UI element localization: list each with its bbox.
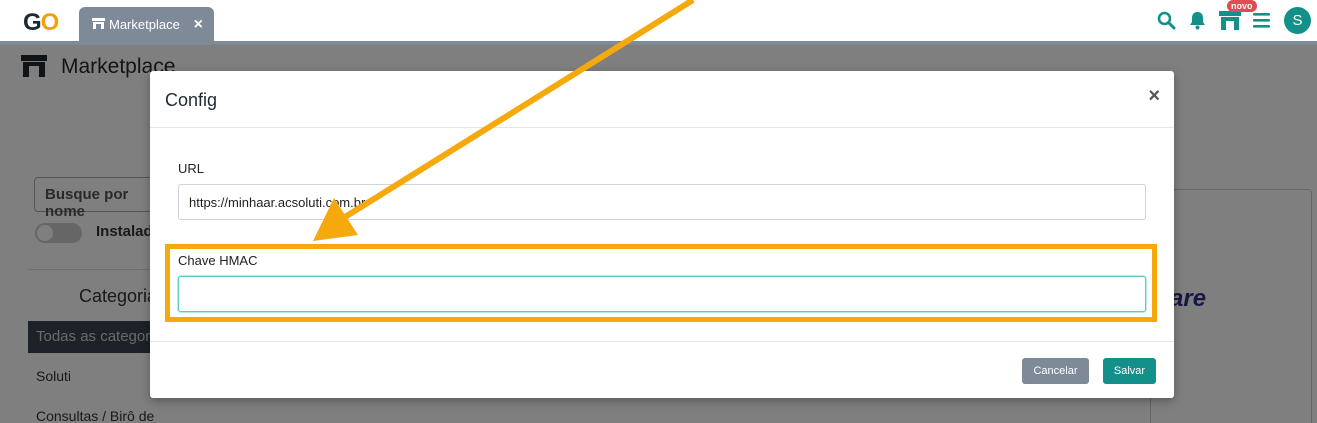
modal-header: Config × [150, 71, 1174, 128]
url-field[interactable] [178, 184, 1146, 220]
tab-close-icon[interactable]: × [194, 17, 203, 33]
modal-footer: Cancelar Salvar [150, 341, 1174, 398]
tab-label: Marketplace [109, 17, 180, 32]
avatar[interactable]: S [1284, 7, 1311, 34]
bell-icon[interactable] [1189, 11, 1206, 30]
top-bar: GO Marketplace × novo S [0, 0, 1317, 41]
store-icon [92, 18, 105, 29]
config-modal: Config × URL Chave HMAC Cancelar Salvar [150, 71, 1174, 398]
url-label: URL [178, 161, 204, 176]
store-icon[interactable] [1219, 11, 1241, 30]
close-icon[interactable]: × [1148, 86, 1160, 106]
novo-badge: novo [1227, 0, 1257, 12]
modal-title: Config [165, 90, 217, 111]
app-logo[interactable]: GO [23, 9, 58, 37]
cancel-button[interactable]: Cancelar [1022, 358, 1089, 384]
save-button[interactable]: Salvar [1103, 358, 1156, 384]
menu-icon[interactable] [1253, 12, 1270, 28]
search-icon[interactable] [1157, 11, 1176, 30]
annotation-highlight-box [165, 244, 1157, 322]
tab-marketplace[interactable]: Marketplace × [79, 7, 214, 41]
